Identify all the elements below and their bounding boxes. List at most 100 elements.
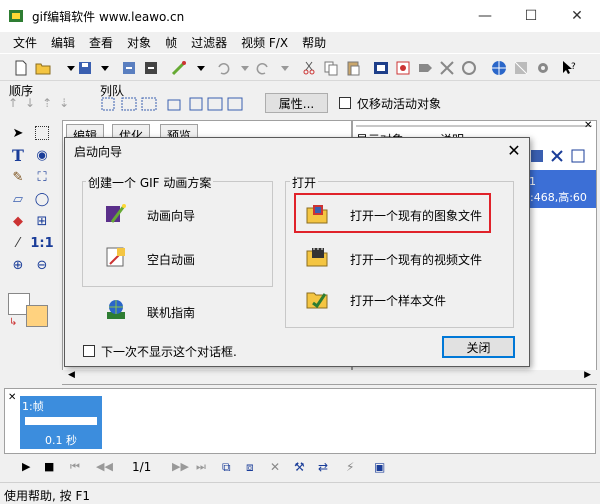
frame-delay: 0.1 秒	[45, 434, 77, 447]
blank-animation-icon[interactable]	[104, 245, 128, 269]
last-frame-icon[interactable]: ⏭	[196, 460, 206, 474]
window-title: gif编辑软件 www.leawo.cn	[32, 10, 185, 24]
dialog-title: 启动向导	[74, 145, 123, 159]
frame-transition-icon[interactable]: ⇄	[318, 460, 328, 474]
resize-icon[interactable]	[438, 59, 456, 77]
fill-bucket-icon[interactable]: ◆	[9, 212, 27, 230]
text-tool-icon[interactable]: T	[9, 146, 27, 165]
online-guide-icon[interactable]	[104, 298, 128, 322]
minimize-button[interactable]: —	[462, 0, 508, 32]
duplicate-frame-icon[interactable]: ⧈	[246, 460, 254, 475]
status-bar: 使用帮助, 按 F1	[0, 482, 600, 504]
open-image-folder-icon[interactable]	[305, 202, 329, 226]
stop-icon[interactable]: ■	[44, 460, 54, 473]
dropdown-arrow-icon[interactable]	[192, 59, 210, 77]
open-video-folder-icon[interactable]	[305, 245, 329, 269]
frame-image-icon[interactable]	[372, 59, 390, 77]
open-video-option[interactable]: 打开一个现有的视频文件	[350, 251, 482, 268]
create-group-label: 创建一个 GIF 动画方案	[86, 174, 214, 191]
order-arrows[interactable]: ↑↓⇡⇣	[8, 96, 76, 110]
redo-icon[interactable]	[254, 59, 272, 77]
open-folder-icon[interactable]	[34, 59, 52, 77]
play-icon[interactable]: ▶	[22, 460, 30, 473]
crop-tool-icon[interactable]: ⊞	[33, 212, 51, 230]
web-globe-icon[interactable]	[490, 59, 508, 77]
properties-button[interactable]: 属性...	[265, 93, 328, 113]
lasso-icon[interactable]: ⛶	[33, 168, 51, 186]
frame-properties-icon[interactable]: ▣	[374, 460, 385, 474]
menu-help[interactable]: 帮助	[295, 34, 333, 51]
rotate-icon[interactable]	[460, 59, 478, 77]
paste-icon[interactable]	[344, 59, 362, 77]
add-frame-icon[interactable]: ⧉	[222, 460, 231, 475]
menu-file[interactable]: 文件	[6, 34, 44, 51]
online-guide-option[interactable]: 联机指南	[147, 304, 195, 321]
eyedropper-icon[interactable]: ⁄	[9, 234, 27, 252]
next-frame-icon[interactable]: ▶▶	[172, 460, 189, 473]
cut-icon[interactable]	[300, 59, 318, 77]
ellipse-select-icon[interactable]: ◯	[33, 190, 51, 208]
only-move-active-checkbox[interactable]	[339, 97, 351, 109]
blank-animation-option[interactable]: 空白动画	[147, 251, 195, 268]
tag-icon[interactable]	[416, 59, 434, 77]
menu-view[interactable]: 查看	[82, 34, 120, 51]
scroll-left-icon[interactable]: ◀	[68, 370, 75, 380]
maximize-button[interactable]: ☐	[508, 0, 554, 32]
selected-object-desc: 宽:468,高:60	[519, 191, 587, 204]
panel-splitter[interactable]	[356, 125, 592, 127]
actual-size-icon[interactable]: 1:1	[30, 234, 53, 252]
menu-frame[interactable]: 帧	[158, 34, 184, 51]
pattern-icon[interactable]	[512, 59, 530, 77]
scroll-right-icon[interactable]: ▶	[584, 370, 591, 380]
swap-colors-icon[interactable]: ↳	[9, 317, 17, 328]
eraser-icon[interactable]: ▱	[9, 190, 27, 208]
frame-tools-icon[interactable]: ⚒	[294, 460, 305, 474]
open-sample-folder-icon[interactable]	[305, 287, 329, 311]
copy-icon[interactable]	[322, 59, 340, 77]
crop-icon[interactable]	[394, 59, 412, 77]
animation-wizard-icon[interactable]	[104, 202, 128, 226]
play-circle-icon[interactable]: ◉	[33, 146, 51, 164]
background-color-swatch[interactable]	[26, 305, 48, 327]
dropdown-arrow-icon[interactable]	[96, 59, 114, 77]
delete-frame-icon[interactable]: ✕	[270, 460, 280, 474]
open-group-label: 打开	[290, 174, 319, 191]
dont-show-again-label: 下一次不显示这个对话框.	[101, 345, 237, 359]
open-sample-option[interactable]: 打开一个样本文件	[350, 292, 446, 309]
save-icon[interactable]	[76, 59, 94, 77]
select-arrow-icon[interactable]: ➤	[9, 124, 27, 142]
menu-object[interactable]: 对象	[120, 34, 158, 51]
settings-icon[interactable]	[534, 59, 552, 77]
export-icon[interactable]	[142, 59, 160, 77]
menu-video-fx[interactable]: 视频 F/X	[234, 34, 295, 51]
horizontal-scrollbar[interactable]: ◀ ▶	[62, 370, 597, 384]
dialog-close-button[interactable]: 关闭	[442, 336, 515, 358]
import-icon[interactable]	[120, 59, 138, 77]
zoom-out-icon[interactable]: ⊖	[33, 256, 51, 274]
dont-show-again-checkbox[interactable]	[83, 345, 95, 357]
marquee-select-icon[interactable]	[35, 126, 49, 140]
open-image-option[interactable]: 打开一个现有的图象文件	[350, 207, 482, 224]
dialog-close-icon[interactable]: ✕	[504, 140, 524, 160]
app-icon	[9, 10, 23, 22]
zoom-in-icon[interactable]: ⊕	[9, 256, 27, 274]
menu-filter[interactable]: 过滤器	[184, 34, 234, 51]
align-icons[interactable]	[100, 96, 260, 112]
undo-icon[interactable]	[214, 59, 232, 77]
frame-counter: 1/1	[132, 460, 152, 474]
window-close-button[interactable]: ✕	[554, 0, 600, 32]
dropdown-arrow-icon[interactable]	[276, 59, 294, 77]
help-cursor-icon[interactable]: ?	[560, 59, 578, 77]
brush-icon[interactable]: ✎	[9, 168, 27, 186]
panel-close-icon[interactable]: ✕	[584, 120, 592, 131]
menu-edit[interactable]: 编辑	[44, 34, 82, 51]
wizard-icon[interactable]	[170, 59, 188, 77]
new-file-icon[interactable]	[12, 59, 30, 77]
prev-frame-icon[interactable]: ◀◀	[96, 460, 113, 473]
object-panel-tools[interactable]	[530, 148, 590, 164]
dropdown-arrow-icon[interactable]	[236, 59, 254, 77]
animation-wizard-option[interactable]: 动画向导	[147, 207, 195, 224]
first-frame-icon[interactable]: ⏮	[70, 460, 80, 474]
frame-strip-close-icon[interactable]: ✕	[8, 392, 16, 403]
tween-icon[interactable]: ⚡	[346, 460, 354, 474]
